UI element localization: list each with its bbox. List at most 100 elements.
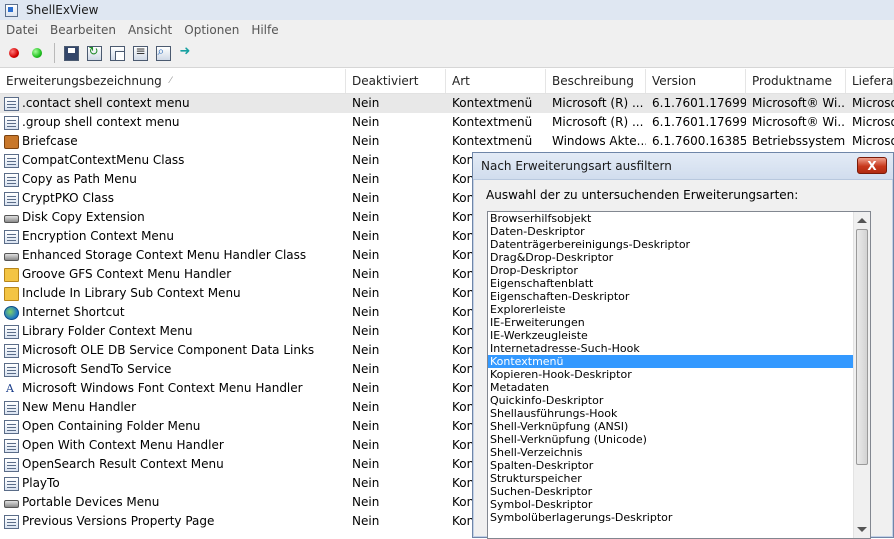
copy-button[interactable] — [107, 43, 127, 63]
disabled-cell: Nein — [352, 419, 380, 433]
listbox-options: Browserhilfsobjekt Daten-Deskriptor Datent… — [488, 212, 870, 524]
globe-icon — [4, 305, 19, 320]
description-cell: Microsoft (R) ... — [552, 115, 644, 129]
extension-name-label: New Menu Handler — [22, 400, 136, 414]
list-item[interactable]: Kontextmenü — [488, 355, 853, 368]
menu-ansicht[interactable]: Ansicht — [122, 23, 178, 37]
extension-name-cell: Internet Shortcut — [0, 303, 346, 322]
extension-type-listbox[interactable]: Browserhilfsobjekt Daten-Deskriptor Datent… — [487, 211, 871, 539]
disabled-cell: Nein — [352, 343, 380, 357]
extension-name-cell: Groove GFS Context Menu Handler — [0, 265, 346, 284]
disable-button[interactable] — [4, 43, 24, 63]
column-header-type[interactable]: Art — [446, 69, 546, 93]
extension-name-cell: Microsoft Windows Font Context Menu Hand… — [0, 379, 346, 398]
enable-button[interactable] — [27, 43, 47, 63]
doc-icon — [4, 514, 19, 529]
vendor-cell: Microso — [852, 134, 894, 148]
list-item[interactable]: Datenträgerbereinigungs-Deskriptor — [488, 238, 853, 251]
extension-name-cell: .group shell context menu — [0, 113, 346, 132]
extension-name-label: .contact shell context menu — [22, 96, 190, 110]
list-item[interactable]: IE-Werkzeugleiste — [488, 329, 853, 342]
list-item[interactable]: Kopieren-Hook-Deskriptor — [488, 368, 853, 381]
column-header-version[interactable]: Version — [646, 69, 746, 93]
refresh-button[interactable] — [84, 43, 104, 63]
list-item[interactable]: IE-Erweiterungen — [488, 316, 853, 329]
font-icon — [4, 379, 19, 398]
table-row[interactable]: .contact shell context menu Nein Kontextme… — [0, 94, 894, 113]
version-cell: 6.1.7601.17699 ... — [652, 115, 746, 129]
list-item[interactable]: Eigenschaften-Deskriptor — [488, 290, 853, 303]
folder-icon — [4, 267, 19, 282]
filter-dialog: Nach Erweiterungsart ausfiltern X Auswah… — [472, 152, 894, 539]
extension-name-label: Briefcase — [22, 134, 78, 148]
type-cell: Kontextmenü — [452, 115, 533, 129]
dialog-titlebar[interactable]: Nach Erweiterungsart ausfiltern X — [473, 153, 893, 180]
extension-name-label: Portable Devices Menu — [22, 495, 160, 509]
doc-icon — [4, 324, 19, 339]
save-button[interactable] — [61, 43, 81, 63]
find-button[interactable] — [153, 43, 173, 63]
extension-name-label: PlayTo — [22, 476, 60, 490]
extension-name-label: Previous Versions Property Page — [22, 514, 215, 528]
dialog-close-button[interactable]: X — [857, 157, 887, 174]
column-header-product[interactable]: Produktname — [746, 69, 846, 93]
doc-icon — [4, 172, 19, 187]
column-header-description[interactable]: Beschreibung — [546, 69, 646, 93]
disabled-cell: Nein — [352, 134, 380, 148]
properties-button[interactable] — [130, 43, 150, 63]
list-item[interactable]: Shell-Verknüpfung (Unicode) — [488, 433, 853, 446]
list-item[interactable]: Quickinfo-Deskriptor — [488, 394, 853, 407]
column-header-name[interactable]: Erweiterungsbezeichnung ⁄ — [0, 69, 346, 93]
list-item[interactable]: Spalten-Deskriptor — [488, 459, 853, 472]
extension-name-label: Copy as Path Menu — [22, 172, 137, 186]
table-row[interactable]: Briefcase Nein Kontextmenü Windows Akte... 6… — [0, 132, 894, 151]
menu-bearbeiten[interactable]: Bearbeiten — [44, 23, 122, 37]
doc-icon — [4, 343, 19, 358]
menu-datei[interactable]: Datei — [0, 23, 44, 37]
disabled-cell: Nein — [352, 210, 380, 224]
extension-name-label: CryptPKO Class — [22, 191, 115, 205]
window-titlebar: ShellExView — [0, 0, 894, 21]
extension-name-cell: New Menu Handler — [0, 398, 346, 417]
exit-button[interactable] — [176, 43, 196, 63]
list-item[interactable]: Drag&Drop-Deskriptor — [488, 251, 853, 264]
column-header-vendor[interactable]: Lieferant — [846, 69, 894, 93]
exit-icon — [179, 44, 194, 61]
extension-name-cell: Previous Versions Property Page — [0, 512, 346, 531]
list-item[interactable]: Symbol-Deskriptor — [488, 498, 853, 511]
doc-icon — [4, 96, 19, 111]
version-cell: 6.1.7601.17699 ... — [652, 96, 746, 110]
list-item[interactable]: Metadaten — [488, 381, 853, 394]
list-item[interactable]: Suchen-Deskriptor — [488, 485, 853, 498]
table-row[interactable]: .group shell context menu Nein Kontextmenü… — [0, 113, 894, 132]
scroll-up-icon[interactable] — [857, 218, 867, 223]
menu-hilfe[interactable]: Hilfe — [245, 23, 284, 37]
list-item[interactable]: Drop-Deskriptor — [488, 264, 853, 277]
disabled-cell: Nein — [352, 153, 380, 167]
listbox-scrollbar[interactable] — [853, 212, 870, 538]
type-cell: Kontextmenü — [452, 134, 533, 148]
list-item[interactable]: Shell-Verknüpfung (ANSI) — [488, 420, 853, 433]
list-item[interactable]: Daten-Deskriptor — [488, 225, 853, 238]
scrollbar-thumb[interactable] — [856, 229, 868, 465]
list-item[interactable]: Symbolüberlagerungs-Deskriptor — [488, 511, 853, 524]
close-icon: X — [867, 158, 877, 173]
extension-name-cell: Open With Context Menu Handler — [0, 436, 346, 455]
extension-name-label: OpenSearch Result Context Menu — [22, 457, 224, 471]
list-item[interactable]: Browserhilfsobjekt — [488, 212, 853, 225]
list-item[interactable]: Strukturspeicher — [488, 472, 853, 485]
refresh-icon — [86, 44, 102, 61]
column-header-disabled[interactable]: Deaktiviert — [346, 69, 446, 93]
list-item[interactable]: Shellausführungs-Hook — [488, 407, 853, 420]
list-item[interactable]: Internetadresse-Such-Hook — [488, 342, 853, 355]
doc-icon — [4, 476, 19, 491]
list-item[interactable]: Eigenschaftenblatt — [488, 277, 853, 290]
disabled-cell: Nein — [352, 476, 380, 490]
extension-name-cell: .contact shell context menu — [0, 94, 346, 113]
menu-optionen[interactable]: Optionen — [178, 23, 245, 37]
list-item[interactable]: Explorerleiste — [488, 303, 853, 316]
app-icon — [5, 3, 18, 17]
extension-name-label: CompatContextMenu Class — [22, 153, 185, 167]
scroll-down-icon[interactable] — [857, 527, 867, 532]
list-item[interactable]: Shell-Verzeichnis — [488, 446, 853, 459]
